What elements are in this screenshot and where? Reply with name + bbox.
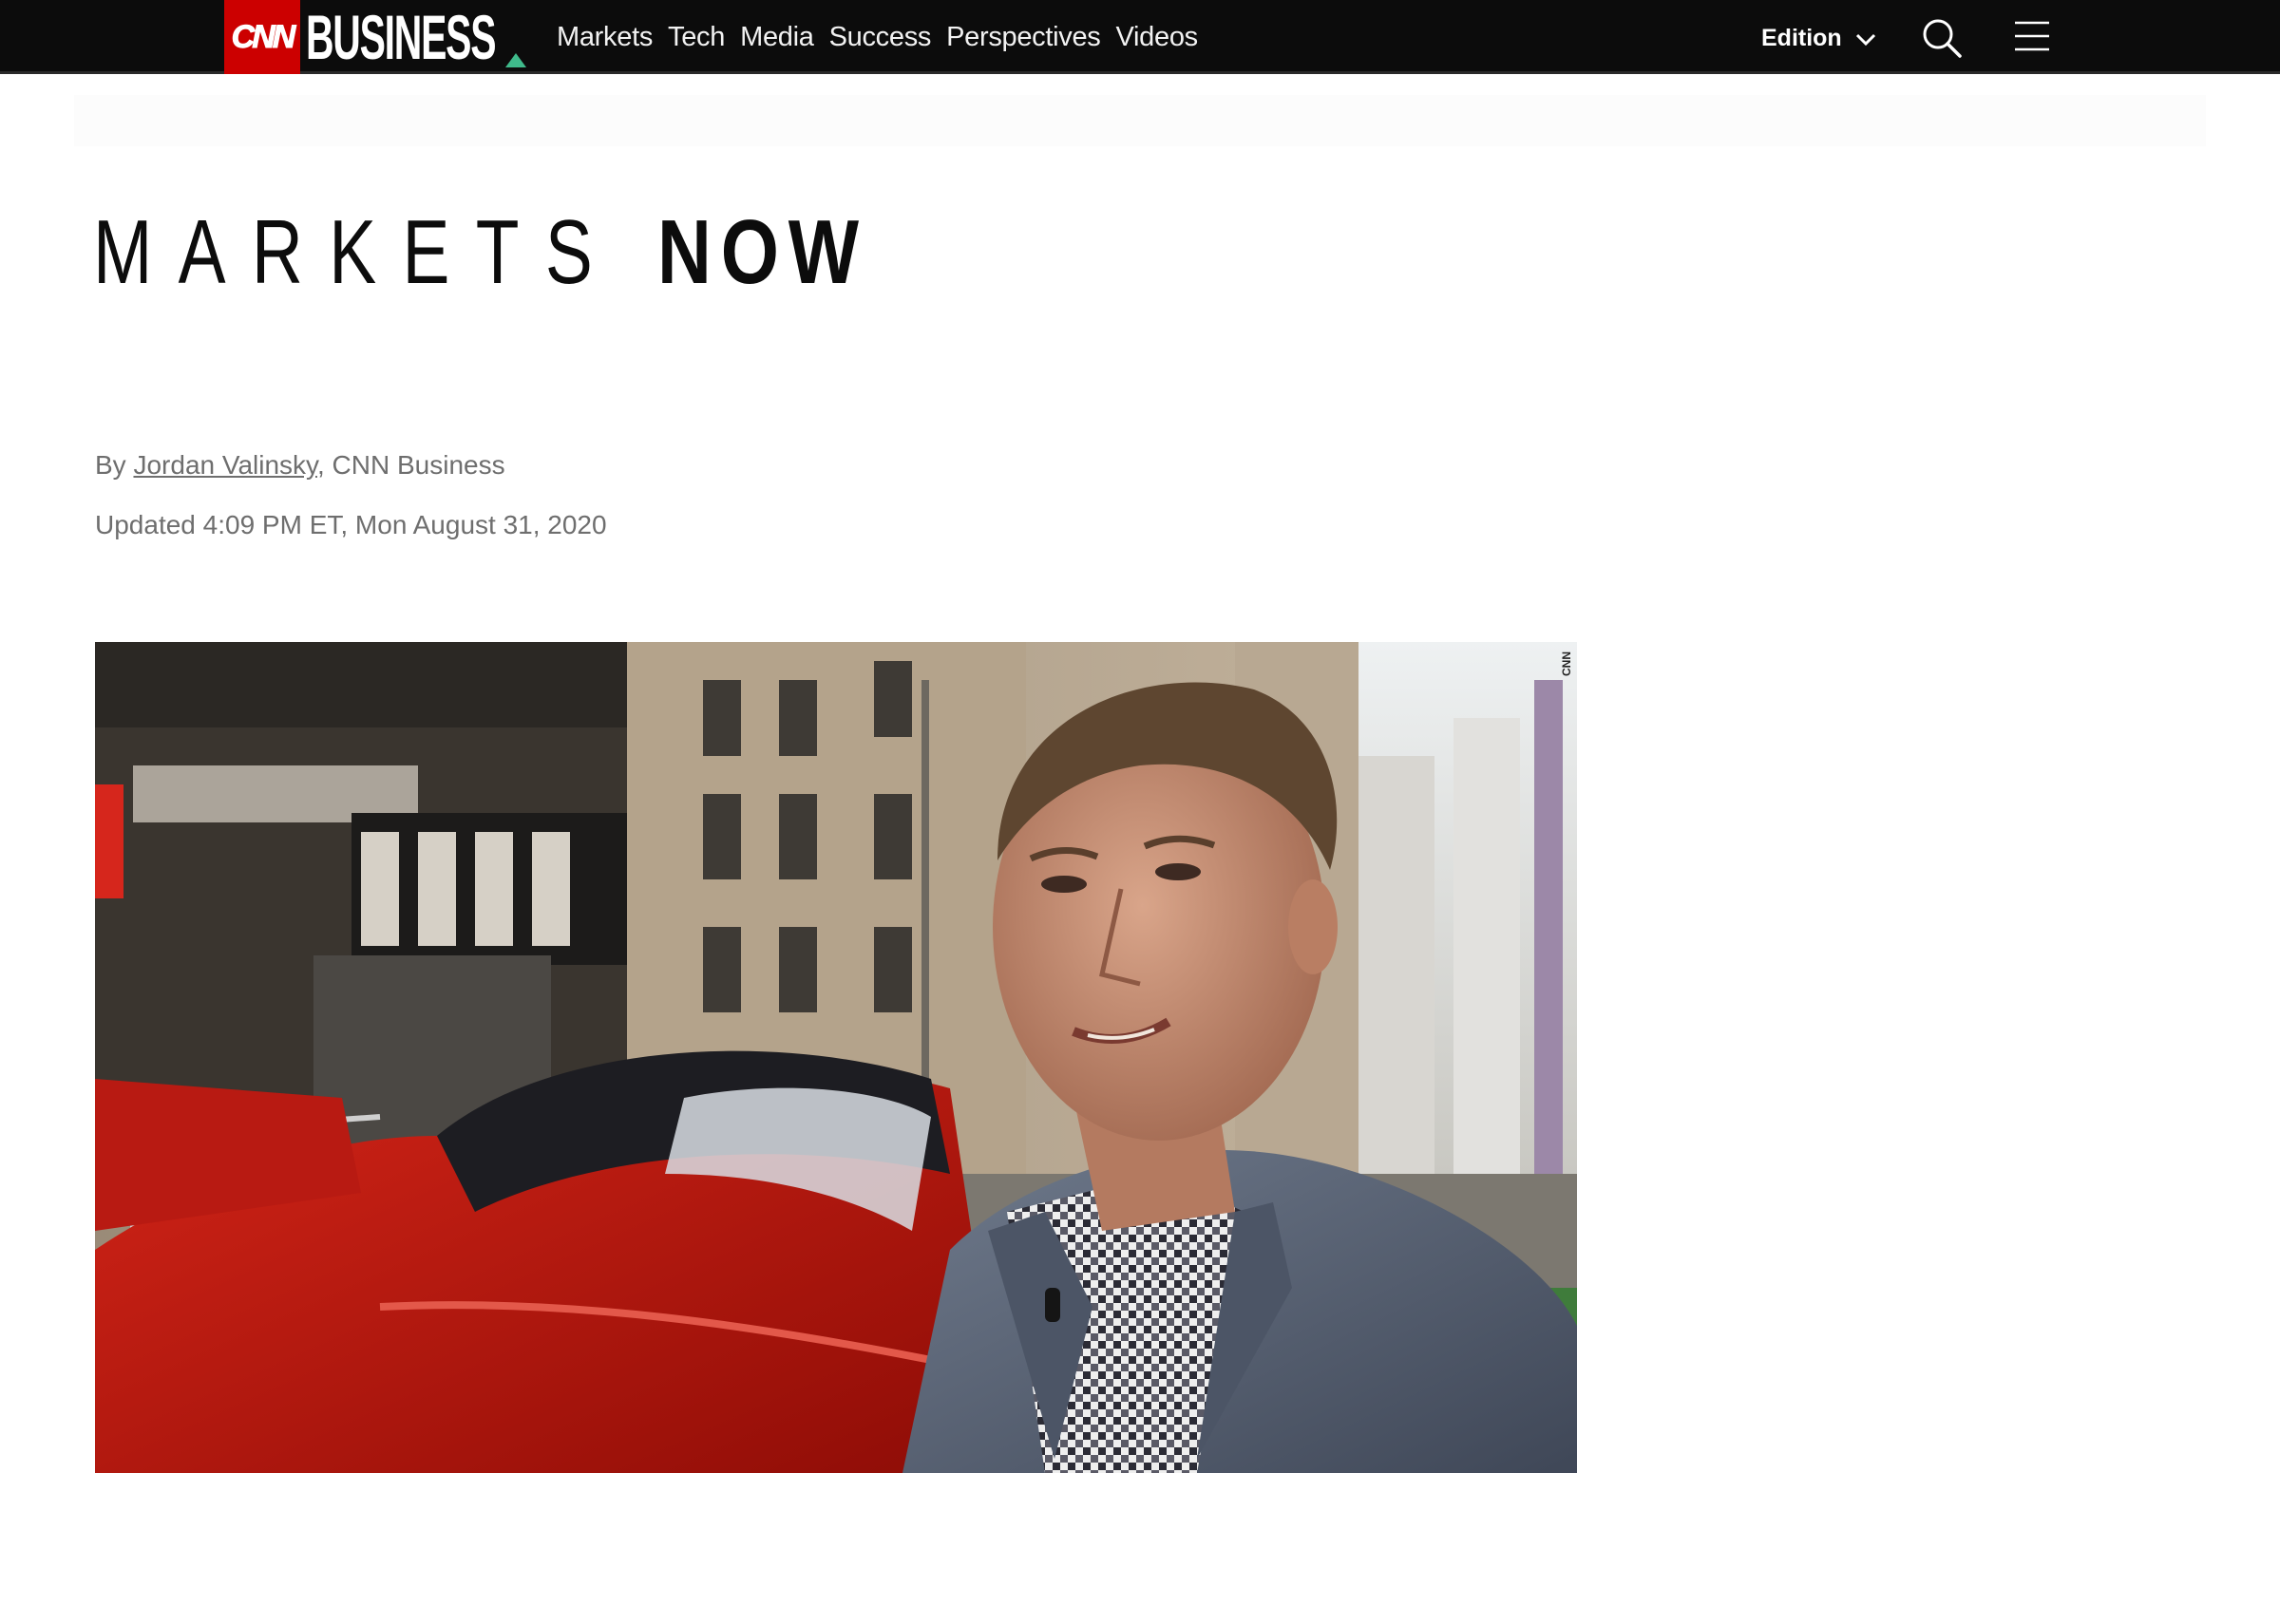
nav-item-perspectives[interactable]: Perspectives [946, 22, 1101, 53]
nav-item-media[interactable]: Media [740, 22, 814, 53]
nav-item-markets[interactable]: Markets [557, 22, 653, 53]
hamburger-menu-icon [2015, 21, 2049, 51]
author-link[interactable]: Jordan Valinsky [133, 450, 317, 480]
hero-image-illustration [95, 642, 1577, 1473]
business-logo-triangle-icon [505, 53, 526, 67]
cnn-watermark: CNN [1560, 651, 1573, 676]
cnn-logo[interactable]: CNN [224, 0, 300, 74]
search-button[interactable] [1921, 17, 1963, 59]
main-nav: Markets Tech Media Success Perspectives … [557, 0, 1198, 74]
menu-button[interactable] [2014, 19, 2050, 55]
nav-item-success[interactable]: Success [829, 22, 932, 53]
article-byline: By Jordan Valinsky, CNN Business [95, 450, 505, 481]
top-navigation-bar: CNN BUSINESS Markets Tech Media Success … [0, 0, 2280, 74]
markets-now-logo[interactable]: MARKETS NOW [93, 201, 859, 303]
edition-selector[interactable]: Edition [1761, 0, 1876, 76]
markets-now-logo-bold: NOW [657, 201, 868, 303]
chevron-down-icon [1855, 33, 1875, 47]
ad-placeholder-band [74, 95, 2206, 146]
byline-prefix: By [95, 450, 134, 480]
article-timestamp: Updated 4:09 PM ET, Mon August 31, 2020 [95, 510, 607, 539]
cnn-logo-text: CNN [231, 18, 296, 55]
byline-suffix: , CNN Business [316, 450, 505, 480]
hero-image[interactable]: CNN [95, 642, 1577, 1473]
business-logo-text: BUSINESS [306, 2, 497, 72]
markets-now-logo-light: MARKETS [93, 201, 619, 303]
edition-label: Edition [1761, 24, 1842, 51]
nav-item-tech[interactable]: Tech [668, 22, 725, 53]
search-icon [1923, 19, 1962, 58]
nav-item-videos[interactable]: Videos [1116, 22, 1199, 53]
